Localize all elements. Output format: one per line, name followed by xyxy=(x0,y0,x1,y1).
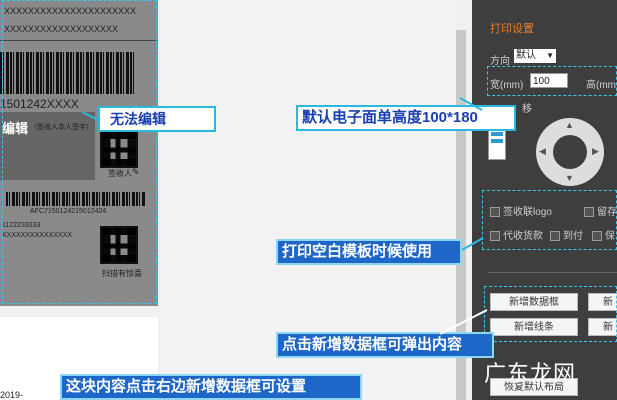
arrow-default-height xyxy=(459,97,483,111)
arrow-blank-template xyxy=(461,237,484,251)
arrow-content-settable xyxy=(91,349,96,375)
annotation-arrows xyxy=(81,97,488,375)
arrow-click-add-box xyxy=(439,309,488,335)
watermark: 广东龙网 xyxy=(484,362,577,387)
arrow-not-editable xyxy=(81,111,99,121)
